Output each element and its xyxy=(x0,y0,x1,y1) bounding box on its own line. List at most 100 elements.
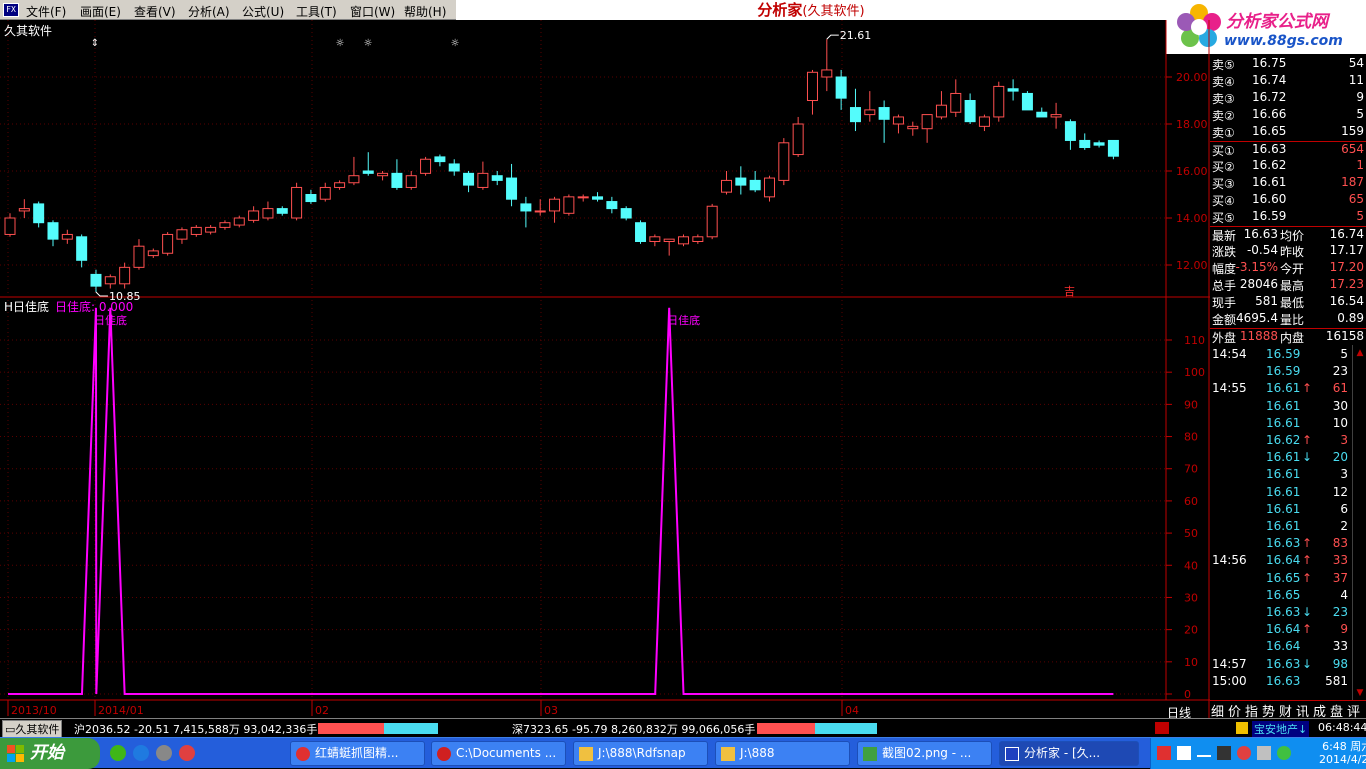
candle-body[interactable] xyxy=(233,217,245,226)
menu-screen[interactable]: 画面(E) xyxy=(80,3,121,20)
candle-body[interactable] xyxy=(821,69,833,78)
candle-body[interactable] xyxy=(1064,121,1076,141)
candle-body[interactable] xyxy=(262,208,274,219)
scroll-down-icon[interactable]: ▼ xyxy=(1354,687,1366,699)
candle-body[interactable] xyxy=(190,226,202,235)
candle-body[interactable] xyxy=(477,172,489,188)
candle-body[interactable] xyxy=(319,186,331,200)
candle-body[interactable] xyxy=(1050,114,1062,118)
tick-row[interactable]: 16.62 ↑ 3 xyxy=(1210,433,1352,450)
candle-body[interactable] xyxy=(549,198,561,212)
candle-body[interactable] xyxy=(1107,139,1119,157)
buy-row[interactable]: 买⑤ 16.59 5 xyxy=(1210,209,1366,226)
candle-body[interactable] xyxy=(635,222,647,242)
tick-row[interactable]: 16.61 10 xyxy=(1210,416,1352,433)
candle-body[interactable] xyxy=(649,236,661,243)
candle-body[interactable] xyxy=(749,179,761,191)
sell-row[interactable]: 卖③ 16.72 9 xyxy=(1210,90,1366,107)
menu-view[interactable]: 查看(V) xyxy=(134,3,176,20)
tray-volume-icon[interactable] xyxy=(1257,746,1271,760)
candle-body[interactable] xyxy=(147,250,159,257)
candle-body[interactable] xyxy=(348,175,360,184)
candle-body[interactable] xyxy=(706,205,718,238)
candle-body[interactable] xyxy=(806,71,818,101)
menu-analysis[interactable]: 分析(A) xyxy=(188,3,230,20)
candle-body[interactable] xyxy=(1007,88,1019,92)
candle-body[interactable] xyxy=(993,85,1005,118)
candle-body[interactable] xyxy=(420,158,432,174)
stat-row[interactable]: 现手 581 最低 16.54 xyxy=(1210,294,1366,311)
sell-row[interactable]: 卖② 16.66 5 xyxy=(1210,107,1366,124)
candle-body[interactable] xyxy=(950,92,962,113)
candle-body[interactable] xyxy=(735,177,747,186)
stat-row[interactable]: 外盘 11888 内盘 16158 xyxy=(1210,328,1366,345)
tick-row[interactable]: 16.61 12 xyxy=(1210,485,1352,502)
quicklaunch-system-icon[interactable] xyxy=(156,745,172,761)
info-marker[interactable]: 吉 xyxy=(1064,283,1075,299)
buy-row[interactable]: 买③ 16.61 187 xyxy=(1210,175,1366,192)
candle-body[interactable] xyxy=(692,236,704,243)
candle-body[interactable] xyxy=(205,226,217,233)
candle-body[interactable] xyxy=(892,116,904,125)
candle-body[interactable] xyxy=(162,233,174,254)
candle-body[interactable] xyxy=(778,142,790,181)
tray-update-icon[interactable] xyxy=(1277,746,1291,760)
candle-body[interactable] xyxy=(362,170,374,174)
tick-row[interactable]: 16.61 3 xyxy=(1210,467,1352,484)
tray-network-icon[interactable] xyxy=(1217,746,1231,760)
sell-row[interactable]: 卖④ 16.74 11 xyxy=(1210,73,1366,90)
stat-row[interactable]: 总手 28046 最高 17.23 xyxy=(1210,277,1366,294)
tick-row[interactable]: 14:54 16.59 5 xyxy=(1210,347,1352,364)
menu-help[interactable]: 帮助(H) xyxy=(404,3,446,20)
quicklaunch-tool-icon[interactable] xyxy=(179,745,195,761)
candle-body[interactable] xyxy=(291,186,303,219)
candle-body[interactable] xyxy=(33,203,45,224)
menu-tools[interactable]: 工具(T) xyxy=(296,3,337,20)
tick-row[interactable]: 16.64 ↑ 9 xyxy=(1210,622,1352,639)
candle-body[interactable] xyxy=(76,236,88,261)
tray-arrow-icon[interactable] xyxy=(1197,749,1211,757)
tick-row[interactable]: 15:00 16.63 581 xyxy=(1210,674,1352,691)
candle-body[interactable] xyxy=(663,238,675,242)
alert-icon[interactable] xyxy=(1155,722,1169,734)
candle-body[interactable] xyxy=(18,208,30,212)
candle-body[interactable] xyxy=(334,182,346,188)
candle-body[interactable] xyxy=(463,172,475,186)
menu-window[interactable]: 窗口(W) xyxy=(350,3,395,20)
tick-row[interactable]: 16.63 ↑ 83 xyxy=(1210,536,1352,553)
tick-row[interactable]: 14:56 16.64 ↑ 33 xyxy=(1210,553,1352,570)
candle-body[interactable] xyxy=(434,156,446,163)
candle-body[interactable] xyxy=(219,222,231,228)
candle-body[interactable] xyxy=(119,266,131,285)
candle-body[interactable] xyxy=(921,114,933,130)
candle-body[interactable] xyxy=(964,100,976,123)
candle-body[interactable] xyxy=(276,208,288,214)
tick-scrollbar[interactable]: ▲ ▼ xyxy=(1352,345,1366,701)
candle-body[interactable] xyxy=(176,229,188,240)
stat-row[interactable]: 幅度 -3.15% 今开 17.20 xyxy=(1210,260,1366,277)
tray-clock[interactable]: 6:48 周六 2014/4/26 xyxy=(1319,740,1366,766)
candle-body[interactable] xyxy=(61,233,73,240)
candle-body[interactable] xyxy=(620,208,632,219)
candle-body[interactable] xyxy=(592,196,604,200)
candle-body[interactable] xyxy=(391,172,403,188)
sell-row[interactable]: 卖① 16.65 159 xyxy=(1210,124,1366,141)
candle-body[interactable] xyxy=(606,201,618,210)
tick-row[interactable]: 16.64 33 xyxy=(1210,639,1352,656)
task-image-viewer[interactable]: 截图02.png - ... xyxy=(857,741,992,766)
tick-row[interactable]: 16.65 ↑ 37 xyxy=(1210,571,1352,588)
candle-body[interactable] xyxy=(835,76,847,99)
task-folder-888[interactable]: J:\888 xyxy=(715,741,850,766)
kline-chart[interactable]: 20.00 18.00 16.00 14.00 12.00 2013/10 2014/01 0… xyxy=(0,20,1210,718)
stat-row[interactable]: 最新 16.63 均价 16.74 xyxy=(1210,226,1366,243)
candle-body[interactable] xyxy=(491,175,503,181)
candle-body[interactable] xyxy=(935,104,947,118)
candle-body[interactable] xyxy=(534,210,546,213)
buy-row[interactable]: 买① 16.63 654 xyxy=(1210,141,1366,158)
candle-body[interactable] xyxy=(4,217,16,235)
tick-row[interactable]: 14:57 16.63 ↓ 98 xyxy=(1210,657,1352,674)
task-documents[interactable]: C:\Documents ... xyxy=(431,741,566,766)
task-folder-rdfsnap[interactable]: J:\888\Rdfsnap xyxy=(573,741,708,766)
buy-row[interactable]: 买④ 16.60 65 xyxy=(1210,192,1366,209)
start-button[interactable]: 开始 xyxy=(0,738,100,769)
